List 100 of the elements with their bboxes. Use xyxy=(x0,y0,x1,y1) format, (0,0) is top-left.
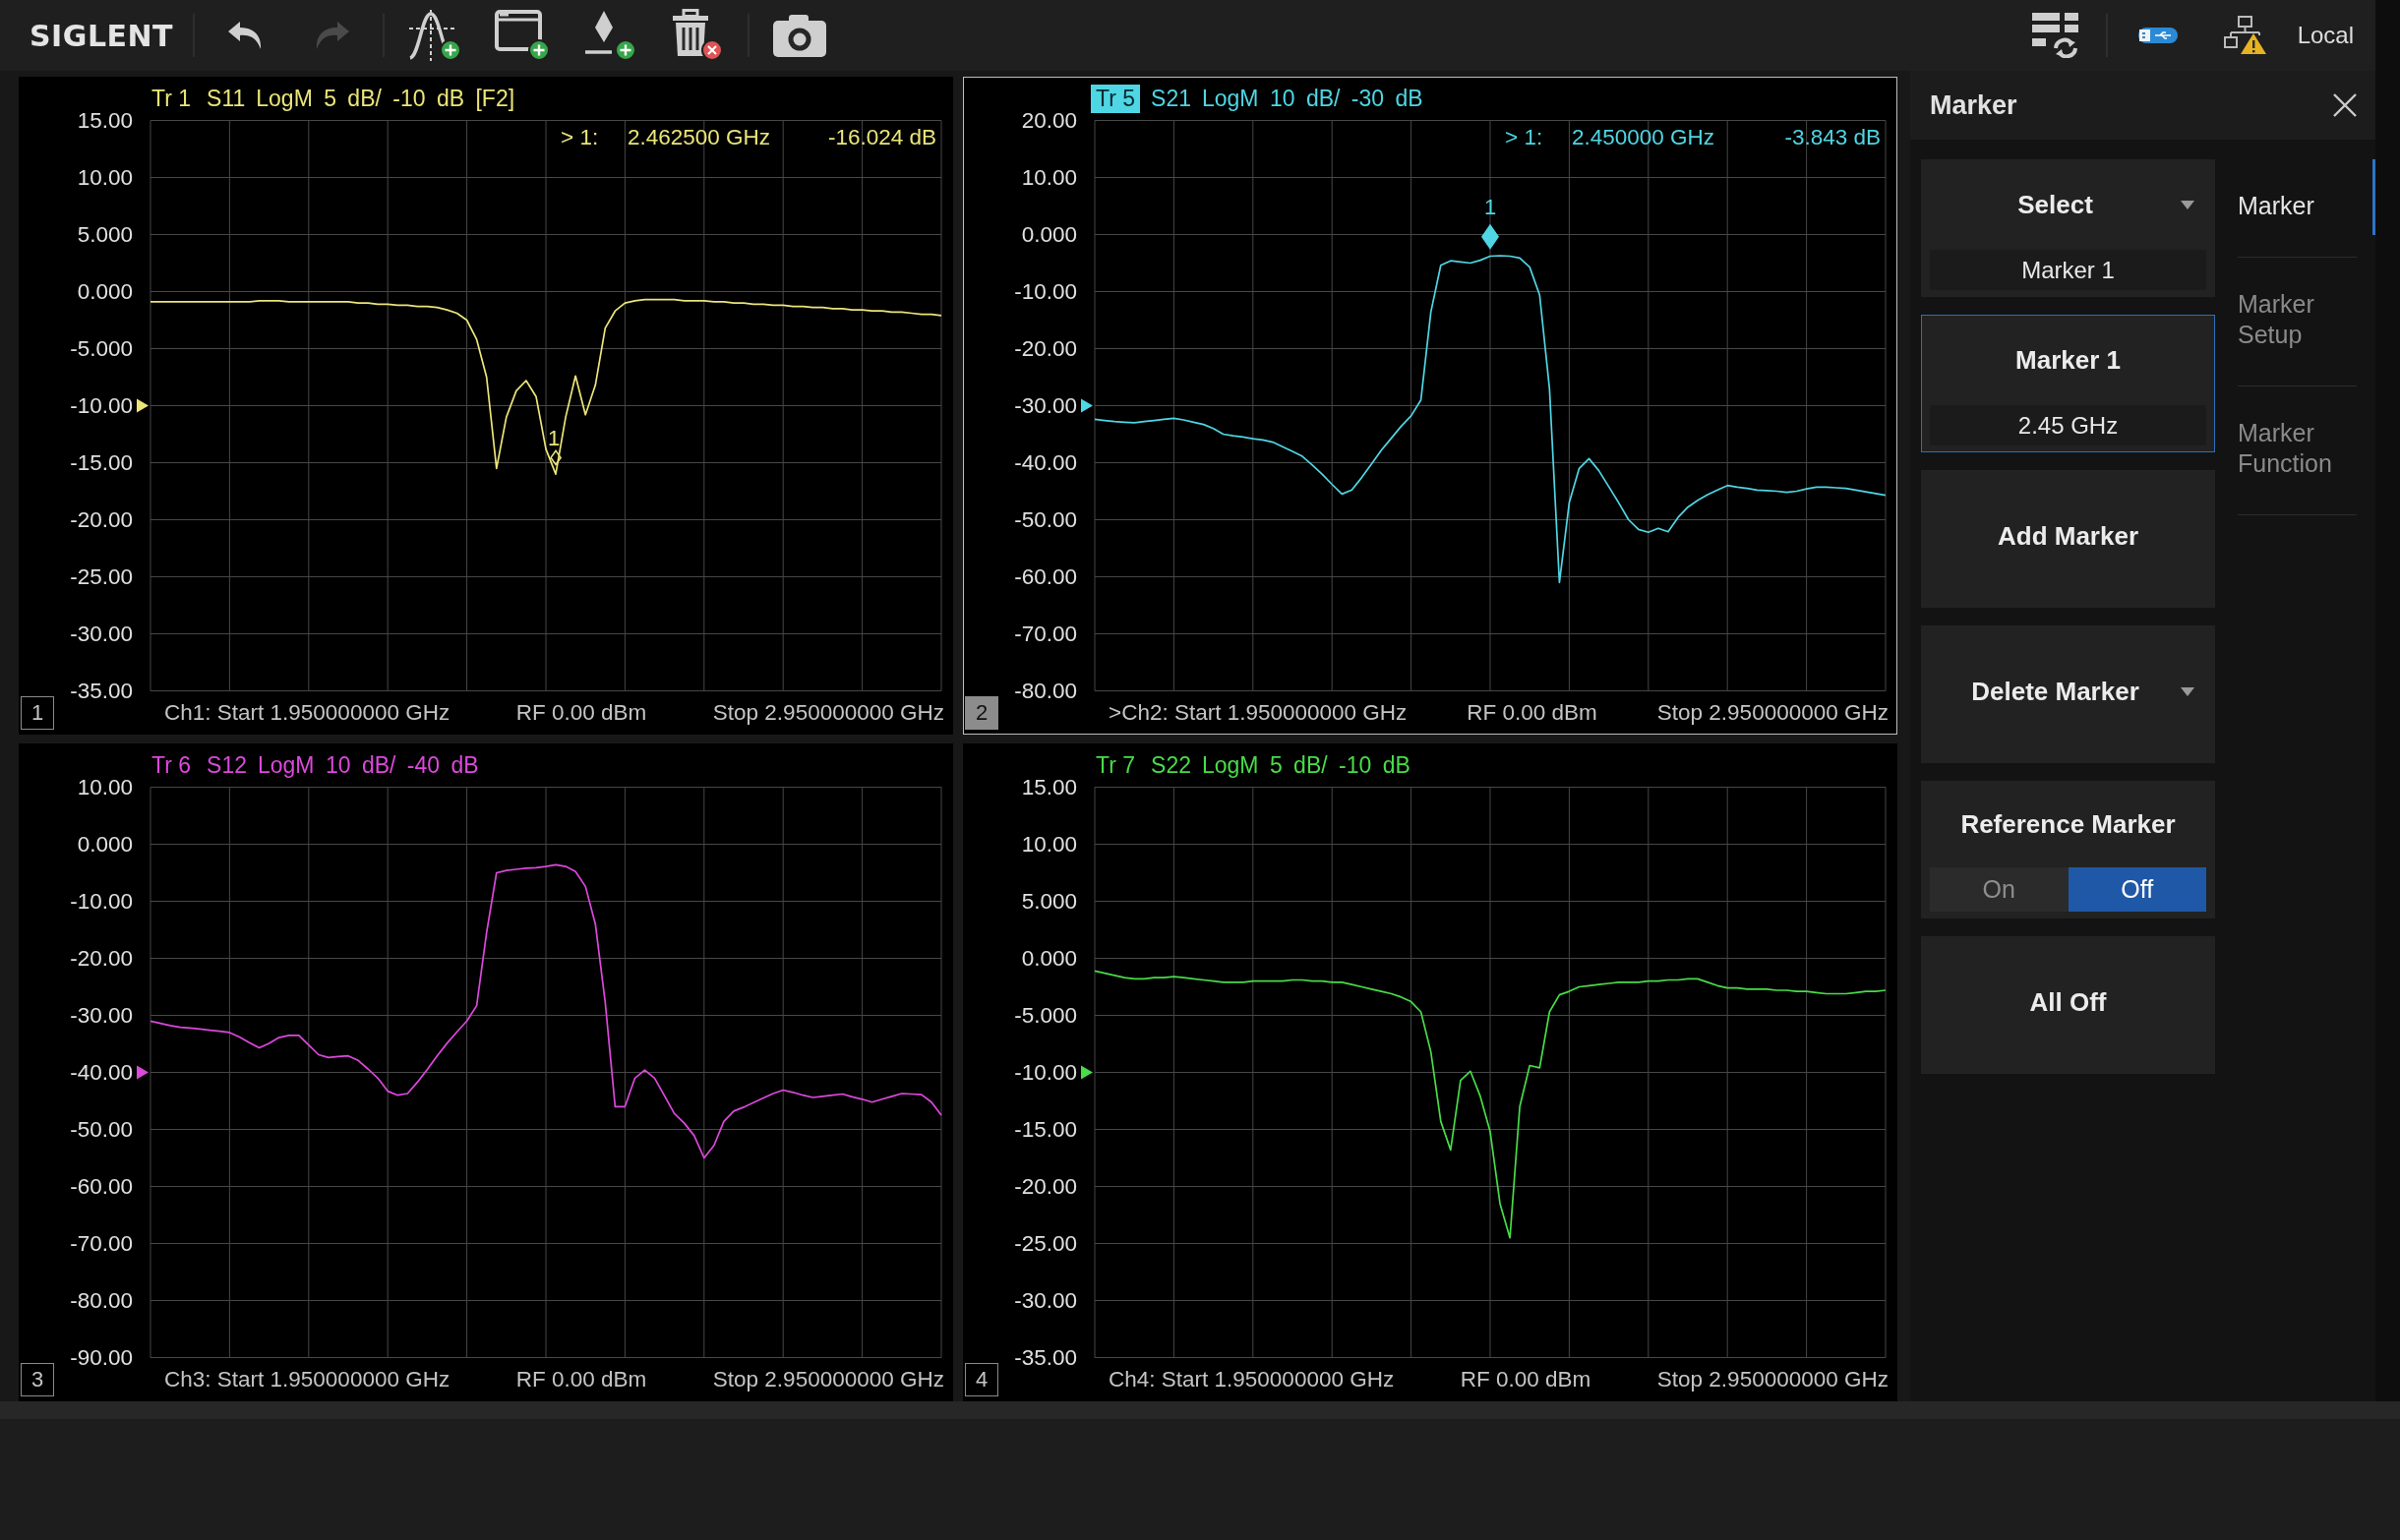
y-axis-label: -20.00 xyxy=(70,507,133,532)
y-axis-label: 10.00 xyxy=(77,775,133,800)
stop-frequency-label: Stop 2.950000000 GHz xyxy=(712,699,944,726)
window-number[interactable]: 2 xyxy=(965,695,998,730)
brand-logo: SIGLENT xyxy=(30,18,174,53)
y-axis-label: -20.00 xyxy=(70,946,133,971)
power-level-label: RF 0.00 dBm xyxy=(515,699,647,726)
window-number[interactable]: 4 xyxy=(965,1362,998,1396)
y-axis-label: -10.00 xyxy=(70,889,133,914)
trace-label[interactable]: Tr 1 xyxy=(147,85,197,113)
list-refresh-icon[interactable] xyxy=(2031,13,2079,58)
y-axis-label: -50.00 xyxy=(1014,507,1077,532)
stop-frequency-label: Stop 2.950000000 GHz xyxy=(1656,699,1889,726)
y-axis-label: -70.00 xyxy=(70,1231,133,1256)
y-axis-label: 15.00 xyxy=(1021,775,1077,800)
trace-label[interactable]: Tr 7 xyxy=(1091,751,1141,780)
y-axis-label: -10.00 xyxy=(1014,1060,1077,1085)
trace-settings: LogM 10 dB/ -30 dB xyxy=(1202,86,1423,112)
stop-frequency-label: Stop 2.950000000 GHz xyxy=(712,1366,944,1392)
power-level-label: RF 0.00 dBm xyxy=(1460,1366,1591,1392)
stop-frequency-label: Stop 2.950000000 GHz xyxy=(1656,1366,1889,1392)
window-plus-icon[interactable] xyxy=(495,9,551,62)
start-frequency-label: Ch4: Start 1.950000000 GHz xyxy=(1109,1366,1395,1392)
close-icon[interactable] xyxy=(2333,93,2357,117)
y-axis-label: 5.000 xyxy=(77,222,133,247)
marker-readout-label: > 1: xyxy=(561,124,599,149)
parameter-label: S21 xyxy=(1151,86,1191,112)
parameter-label: S11 xyxy=(207,86,246,112)
marker-number: 1 xyxy=(1483,195,1497,220)
trace-settings: LogM 5 dB/ -10 dB [F2] xyxy=(256,86,515,112)
network-warning-icon[interactable] xyxy=(2223,16,2267,55)
y-axis-label: -30.00 xyxy=(1014,393,1077,418)
y-axis-label: -70.00 xyxy=(1014,622,1077,646)
y-axis-label: -40.00 xyxy=(1014,450,1077,475)
start-frequency-label: Ch1: Start 1.950000000 GHz xyxy=(164,699,450,726)
y-axis-label: 10.00 xyxy=(1021,165,1077,190)
value-button[interactable]: Marker 1 2.45 GHz xyxy=(1921,315,2215,452)
parameter-label: S12 xyxy=(207,752,247,779)
marker-number: 1 xyxy=(547,425,561,450)
action-button[interactable]: Add Marker xyxy=(1921,470,2215,608)
reference-triangle-icon xyxy=(1081,1065,1093,1080)
power-level-label: RF 0.00 dBm xyxy=(515,1366,647,1392)
diamond-marker-icon xyxy=(1481,223,1499,250)
trace-label[interactable]: Tr 6 xyxy=(147,751,197,780)
y-axis-label: -60.00 xyxy=(1014,564,1077,589)
y-axis-label: -10.00 xyxy=(70,393,133,418)
y-axis-label: -15.00 xyxy=(1014,1117,1077,1142)
marker-frequency: 2.450000 GHz xyxy=(1571,124,1714,149)
reference-triangle-icon xyxy=(137,1065,149,1080)
reference-triangle-icon xyxy=(1081,398,1093,413)
side-tab[interactable]: Marker Setup xyxy=(2227,258,2375,364)
menu-button[interactable]: Delete Marker xyxy=(1921,625,2215,763)
trace-settings: LogM 5 dB/ -10 dB xyxy=(1202,752,1410,779)
y-axis-label: -25.00 xyxy=(70,564,133,589)
y-axis-label: 10.00 xyxy=(77,165,133,190)
dropdown-button[interactable]: Select Marker 1 xyxy=(1921,159,2215,297)
y-axis-label: 0.000 xyxy=(77,279,133,304)
y-axis-label: -35.00 xyxy=(70,679,133,703)
segment-button[interactable]: Off xyxy=(2068,867,2206,912)
side-tab[interactable]: Marker Function xyxy=(2227,386,2375,493)
y-axis-label: 0.000 xyxy=(77,832,133,857)
start-frequency-label: >Ch2: Start 1.950000000 GHz xyxy=(1109,699,1408,726)
parameter-label: S22 xyxy=(1151,752,1191,779)
segment-button[interactable]: On xyxy=(1930,867,2069,912)
y-axis-label: -80.00 xyxy=(70,1288,133,1313)
marker-frequency: 2.462500 GHz xyxy=(627,124,770,149)
remote-mode-label: Local xyxy=(2297,22,2354,49)
usb-icon[interactable] xyxy=(2137,27,2178,44)
y-axis-label: -50.00 xyxy=(70,1117,133,1142)
power-level-label: RF 0.00 dBm xyxy=(1467,699,1597,726)
camera-icon[interactable] xyxy=(773,14,827,57)
y-axis-label: 5.000 xyxy=(1021,889,1077,914)
y-axis-label: -30.00 xyxy=(70,1003,133,1028)
y-axis-label: 0.000 xyxy=(1021,222,1077,247)
window-number[interactable]: 3 xyxy=(21,1362,54,1396)
y-axis-label: 20.00 xyxy=(1021,108,1077,133)
y-axis-label: -35.00 xyxy=(1014,1345,1077,1370)
y-axis-label: 10.00 xyxy=(1021,832,1077,857)
y-axis-label: -5.000 xyxy=(1014,1003,1077,1028)
panel-title: Marker xyxy=(1930,89,2017,121)
y-axis-label: -40.00 xyxy=(70,1060,133,1085)
diamond-marker-icon xyxy=(550,449,563,466)
window-number[interactable]: 1 xyxy=(21,695,54,730)
y-axis-label: -15.00 xyxy=(70,450,133,475)
trace-settings: LogM 10 dB/ -40 dB xyxy=(258,752,479,779)
y-axis-label: -60.00 xyxy=(70,1174,133,1199)
marker-readout-label: > 1: xyxy=(1505,124,1543,149)
action-button[interactable]: All Off xyxy=(1921,936,2215,1074)
y-axis-label: -30.00 xyxy=(1014,1288,1077,1313)
start-frequency-label: Ch3: Start 1.950000000 GHz xyxy=(164,1366,450,1392)
y-axis-label: -5.000 xyxy=(70,336,133,361)
y-axis-label: 15.00 xyxy=(77,108,133,133)
caret-icon xyxy=(2181,201,2194,209)
y-axis-label: -10.00 xyxy=(1014,279,1077,304)
y-axis-label: -20.00 xyxy=(1014,336,1077,361)
y-axis-label: -80.00 xyxy=(1014,679,1077,703)
y-axis-label: -30.00 xyxy=(70,622,133,646)
trace-label[interactable]: Tr 5 xyxy=(1091,85,1141,113)
value-field: Marker 1 xyxy=(1930,250,2206,290)
caret-icon xyxy=(2181,686,2194,696)
